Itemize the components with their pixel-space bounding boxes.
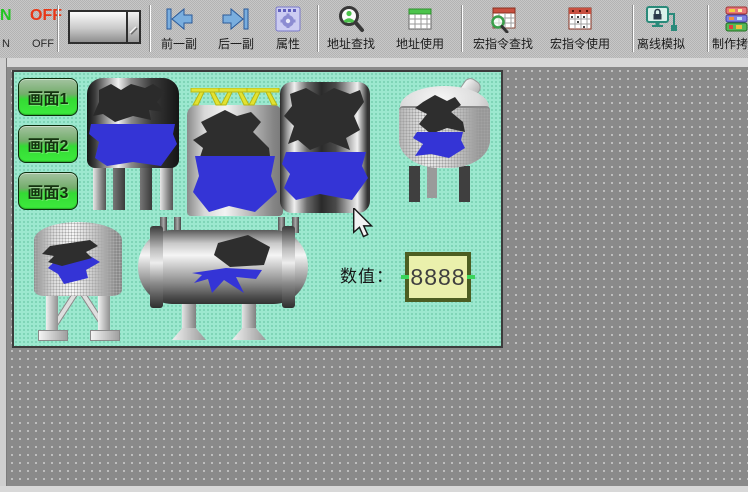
tank-contents	[185, 88, 285, 216]
selection-handle-left	[401, 275, 409, 279]
toolbar-separator	[317, 5, 319, 52]
numeric-display-value: 8888	[410, 264, 465, 291]
tank-horizontal[interactable]	[130, 217, 315, 341]
tank-contents	[28, 218, 128, 342]
toolbar-separator	[57, 5, 59, 52]
tank-leg	[113, 166, 125, 210]
value-text-object[interactable]: 数值：	[340, 262, 394, 287]
tank-dark-vertical[interactable]	[87, 78, 179, 210]
window-bottom-strip	[0, 486, 748, 492]
tank-silo-yellow-top[interactable]	[185, 88, 285, 216]
toolbar-separator	[149, 5, 151, 52]
make-copy-button[interactable]: 制作拷	[712, 4, 748, 54]
properties-button[interactable]: 属性	[266, 4, 310, 54]
toolbar-lower-strip	[0, 58, 748, 67]
tank-leg	[140, 166, 152, 210]
tank-contents	[397, 78, 492, 202]
screen2-button[interactable]: 画面2	[18, 125, 78, 163]
screen3-button[interactable]: 画面3	[18, 172, 78, 210]
numeric-display[interactable]: 8888	[405, 252, 471, 302]
hmi-editor-window: N N OFF OFF	[0, 0, 748, 492]
monitor-lock-icon	[630, 4, 692, 34]
toolbar-separator	[707, 5, 709, 52]
selection-handle-right	[467, 275, 475, 279]
tank-braced-legs[interactable]	[28, 218, 128, 342]
tank-contents	[130, 217, 315, 341]
tank-leg	[160, 166, 173, 210]
offline-simulation-button[interactable]: 离线模拟	[630, 4, 692, 54]
screen2-label: 画面2	[28, 132, 69, 156]
previous-frame-label: 前一副	[155, 35, 203, 52]
red-table-icon	[545, 4, 615, 34]
arrow-right-bar-icon	[212, 4, 260, 34]
combobox-grip-icon	[128, 12, 139, 42]
screen-selector-combobox[interactable]	[68, 10, 141, 44]
macro-find-button[interactable]: 宏指令查找	[468, 4, 538, 54]
macro-usage-label: 宏指令使用	[545, 35, 615, 52]
toolbar-separator	[461, 5, 463, 52]
combobox-drop-button[interactable]	[126, 12, 139, 42]
tank-leg	[93, 166, 106, 210]
screen3-label: 画面3	[28, 179, 69, 203]
on-button-glyph: N	[0, 7, 12, 25]
macro-usage-button[interactable]: 宏指令使用	[545, 4, 615, 54]
off-button-label: OFF	[32, 38, 54, 50]
screen1-label: 画面1	[28, 85, 69, 109]
tank-domed-small[interactable]	[397, 78, 492, 202]
next-frame-button[interactable]: 后一副	[212, 4, 260, 54]
magnifier-person-icon	[323, 4, 379, 34]
green-table-icon	[392, 4, 448, 34]
previous-frame-button[interactable]: 前一副	[155, 4, 203, 54]
address-find-button[interactable]: 地址查找	[323, 4, 379, 54]
toolbar: N N OFF OFF	[0, 0, 748, 59]
address-usage-label: 地址使用	[392, 35, 448, 52]
address-find-label: 地址查找	[323, 35, 379, 52]
macro-find-label: 宏指令查找	[468, 35, 538, 52]
offline-simulation-label: 离线模拟	[630, 35, 692, 52]
tank-contents	[87, 78, 179, 170]
make-copy-label: 制作拷	[712, 35, 748, 52]
tank-contents	[280, 82, 370, 213]
screen1-button[interactable]: 画面1	[18, 78, 78, 116]
mouse-cursor	[352, 208, 374, 238]
properties-label: 属性	[266, 35, 310, 52]
window-gear-icon	[266, 4, 310, 34]
tank-dark-striped[interactable]	[280, 82, 370, 213]
stacked-disks-icon	[712, 4, 748, 34]
design-canvas[interactable]: 画面1 画面2 画面3	[12, 70, 503, 348]
arrow-left-bar-icon	[155, 4, 203, 34]
next-frame-label: 后一副	[212, 35, 260, 52]
table-magnifier-icon	[468, 4, 538, 34]
on-button-label: N	[2, 38, 10, 50]
address-usage-button[interactable]: 地址使用	[392, 4, 448, 54]
window-left-edge	[0, 58, 7, 486]
